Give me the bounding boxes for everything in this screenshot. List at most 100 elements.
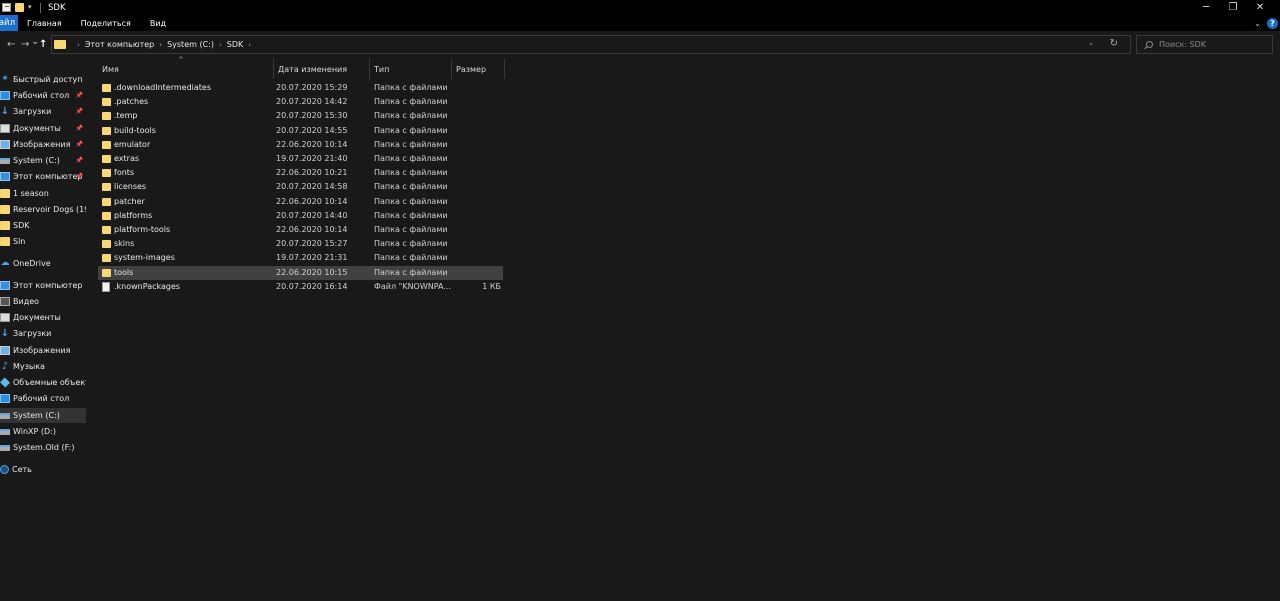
column-type-label: Тип (374, 64, 390, 74)
tab-file[interactable]: Файл (0, 15, 18, 31)
sidebar-item[interactable]: Изображения (0, 343, 86, 358)
file-type: Папка с файлами (374, 225, 448, 234)
address-history-icon[interactable]: ⌄ (1088, 39, 1094, 47)
file-name: platforms (114, 210, 153, 220)
sidebar-item[interactable]: Объемные объекты (0, 375, 86, 390)
file-row[interactable]: .knownPackages 20.07.2020 16:14 Файл "KNOW… (98, 280, 503, 294)
sidebar-item[interactable]: Изображения 📌 (0, 137, 86, 152)
file-row[interactable]: licenses 20.07.2020 14:58 Папка с файлами (98, 180, 503, 194)
back-button[interactable]: → (7, 39, 15, 50)
column-size[interactable]: Размер (452, 59, 505, 79)
sidebar-item[interactable]: Sln (0, 234, 86, 249)
pin-icon[interactable]: 📌 (76, 108, 83, 115)
file-row[interactable]: extras 19.07.2020 21:40 Папка с файлами (98, 152, 503, 166)
file-type: Папка с файлами (374, 196, 448, 206)
file-row[interactable]: system-images 19.07.2020 21:31 Папка с фай… (98, 251, 503, 265)
toolbar-divider (40, 2, 41, 13)
pin-icon[interactable]: 📌 (76, 141, 83, 148)
file-type: Папка с файлами (374, 239, 448, 249)
file-row[interactable]: build-tools 20.07.2020 14:55 Папка с файла… (98, 124, 503, 138)
folder-icon (0, 221, 10, 230)
up-button[interactable]: ↑ (39, 40, 47, 50)
file-name: .temp (114, 111, 138, 121)
pin-icon[interactable]: 📌 (76, 173, 83, 180)
sidebar-item[interactable]: System.Old (F:) (0, 440, 86, 455)
sidebar-item[interactable]: ✶ Быстрый доступ (0, 72, 86, 87)
forward-button[interactable]: → (21, 40, 29, 50)
search-box[interactable]: Поиск: SDK (1136, 35, 1273, 54)
file-row[interactable]: fonts 22.06.2020 10:21 Папка с файлами (98, 166, 503, 180)
column-name[interactable]: Имя ^ (98, 56, 274, 79)
close-button[interactable]: ✕ (1240, 0, 1280, 15)
tab-home[interactable]: Главная (18, 19, 62, 28)
file-row[interactable]: tools 22.06.2020 10:15 Папка с файлами (98, 265, 503, 280)
tab-share[interactable]: Поделиться (72, 19, 131, 28)
file-name: fonts (114, 168, 135, 178)
file-row[interactable]: platform-tools 22.06.2020 10:14 Папка с фа… (98, 223, 503, 237)
sidebar-item[interactable]: Видео (0, 294, 86, 309)
folder-icon (102, 240, 111, 249)
download-icon: ↓ (0, 328, 10, 339)
pin-icon[interactable]: 📌 (76, 157, 83, 164)
file-type: Папка с файлами (374, 253, 448, 263)
expand-ribbon-icon[interactable]: ⌄ (1254, 19, 1261, 28)
file-row[interactable]: .patches 20.07.2020 14:42 Папка с файлами (98, 95, 503, 109)
file-row[interactable]: .downloadIntermediates 20.07.2020 15:29 Па… (98, 81, 503, 95)
drive-icon (0, 444, 10, 451)
new-folder-icon[interactable] (15, 3, 24, 12)
sidebar-item[interactable]: Рабочий стол 📌 (0, 88, 86, 103)
properties-icon[interactable] (2, 3, 11, 12)
customize-toolbar-icon[interactable]: ▾ (28, 3, 34, 12)
sidebar-item[interactable]: WinXP (D:) (0, 424, 86, 439)
window-title: SDK (48, 2, 66, 13)
chevron-right-icon[interactable]: › (159, 41, 162, 49)
ribbon-tabs: Файл Главная Поделиться Вид ⌄ ? (0, 15, 1280, 31)
sidebar-item[interactable]: System (C:) 📌 (0, 153, 86, 168)
breadcrumb-this-pc[interactable]: Этот компьютер (85, 40, 154, 49)
sidebar-item-label: Этот компьютер (13, 281, 83, 290)
chevron-right-icon[interactable]: › (248, 41, 251, 49)
sidebar-item[interactable]: Reservoir Dogs (1992) (0, 202, 86, 217)
sidebar-item[interactable]: Этот компьютер (0, 278, 86, 293)
file-name: .downloadIntermediates (114, 83, 212, 92)
network-icon (0, 465, 9, 474)
sidebar-item[interactable]: Документы (0, 310, 86, 325)
sidebar-item[interactable]: Рабочий стол (0, 391, 86, 406)
sidebar-item[interactable]: Этот компьютер 📌 (0, 169, 86, 184)
help-icon[interactable]: ? (1267, 17, 1278, 29)
file-row[interactable]: emulator 22.06.2020 10:14 Папка с файлами (98, 138, 503, 152)
folder-icon (102, 211, 111, 220)
sidebar-item[interactable]: ↓ Загрузки (0, 326, 86, 341)
sidebar-item[interactable]: ↓ Загрузки 📌 (0, 104, 86, 119)
breadcrumb-sdk[interactable]: SDK (227, 40, 243, 49)
sidebar-item[interactable]: Сеть (0, 462, 86, 477)
file-date: 20.07.2020 15:30 (276, 111, 348, 121)
pin-icon[interactable]: 📌 (76, 92, 83, 99)
address-bar[interactable]: › Этот компьютер › System (C:) › SDK › ⌄… (51, 35, 1131, 54)
chevron-right-icon[interactable]: › (77, 41, 80, 49)
tab-view[interactable]: Вид (141, 19, 166, 28)
file-row[interactable]: patcher 22.06.2020 10:14 Папка с файлами (98, 195, 503, 209)
sidebar-item[interactable]: ☁ OneDrive (0, 256, 86, 271)
sidebar-item[interactable]: System (C:) (0, 408, 86, 423)
file-row[interactable]: platforms 20.07.2020 14:40 Папка с файлами (98, 209, 503, 223)
file-name: .patches (114, 97, 149, 107)
breadcrumb-system-c[interactable]: System (C:) (167, 40, 214, 49)
file-name: system-images (114, 253, 175, 263)
sidebar-item[interactable]: 1 season (0, 186, 86, 201)
sidebar-item[interactable]: SDK (0, 218, 86, 233)
file-row[interactable]: skins 20.07.2020 15:27 Папка с файлами (98, 237, 503, 251)
file-name: tools (114, 267, 134, 277)
sidebar-item-label: Рабочий стол (13, 394, 70, 403)
refresh-icon[interactable]: ↻ (1110, 38, 1118, 49)
file-name: .knownPackages (114, 281, 181, 291)
sidebar-item[interactable]: Документы 📌 (0, 121, 86, 136)
sidebar-item-label: Изображения (13, 346, 71, 355)
chevron-right-icon[interactable]: › (219, 41, 222, 49)
pin-icon[interactable]: 📌 (76, 125, 83, 132)
file-name: patcher (114, 196, 145, 206)
column-date[interactable]: Дата изменения (274, 59, 370, 79)
sidebar-item[interactable]: ♪ Музыка (0, 359, 86, 374)
file-row[interactable]: .temp 20.07.2020 15:30 Папка с файлами (98, 109, 503, 123)
column-type[interactable]: Тип (370, 59, 452, 79)
